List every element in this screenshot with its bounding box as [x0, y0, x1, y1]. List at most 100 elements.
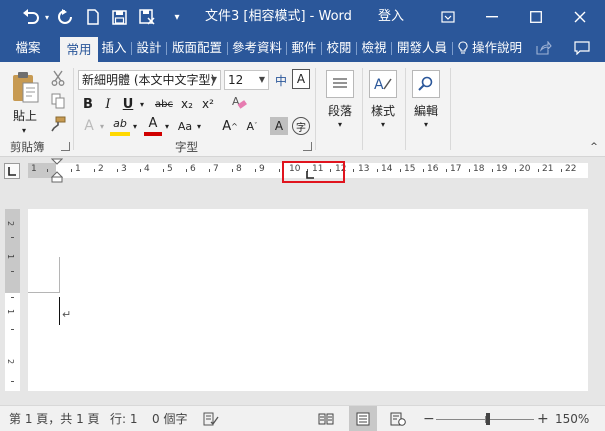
- ribbon-tab-bar: 檔案 常用 插入 設計 版面配置 參考資料 郵件 校閱 檢視 開發人員 操作說明: [0, 34, 605, 62]
- clear-formatting-icon[interactable]: A: [230, 92, 248, 112]
- editing-dropdown-icon[interactable]: ▾: [421, 119, 431, 129]
- tab-review[interactable]: 校閱: [323, 34, 355, 62]
- italic-button[interactable]: I: [100, 94, 116, 114]
- document-page[interactable]: [28, 209, 588, 391]
- read-mode-icon[interactable]: [318, 406, 334, 431]
- highlight-dropdown-icon[interactable]: ▾: [130, 116, 140, 136]
- web-layout-icon[interactable]: [390, 406, 406, 431]
- comments-icon[interactable]: [570, 34, 594, 62]
- zoom-level[interactable]: 150%: [555, 406, 589, 431]
- tab-file[interactable]: 檔案: [0, 34, 56, 62]
- new-document-icon[interactable]: [82, 5, 104, 29]
- paragraph-button-label[interactable]: 段落: [322, 102, 358, 119]
- zoom-slider-thumb[interactable]: [486, 413, 490, 425]
- paragraph-icon[interactable]: [326, 70, 354, 98]
- tab-layout[interactable]: 版面配置: [168, 34, 226, 62]
- line-number[interactable]: 行: 1: [110, 406, 138, 431]
- text-effects-button[interactable]: A: [80, 116, 98, 136]
- vruler-number: 2: [6, 220, 16, 227]
- superscript-button[interactable]: x²: [199, 94, 217, 114]
- font-name-dropdown-icon[interactable]: ▼: [211, 71, 217, 89]
- tab-view[interactable]: 檢視: [358, 34, 390, 62]
- change-case-dropdown-icon[interactable]: ▾: [194, 116, 204, 136]
- font-color-dropdown-icon[interactable]: ▾: [162, 116, 172, 136]
- cut-icon[interactable]: [48, 68, 68, 88]
- styles-icon[interactable]: A: [369, 70, 397, 98]
- paste-icon[interactable]: [8, 68, 42, 106]
- ribbon-home: 貼上 ▾ 剪貼簿 新細明體 (本文中文字型) ▼ 12 ▼ 中 A B I U …: [0, 62, 605, 157]
- vruler-number: 1: [6, 308, 16, 315]
- page-count[interactable]: 第 1 頁，共 1 頁: [9, 406, 100, 431]
- font-color-button[interactable]: A: [144, 114, 162, 136]
- font-launcher-icon[interactable]: [303, 142, 312, 151]
- character-shading-button[interactable]: A: [270, 117, 288, 135]
- ruler-number: 17: [450, 164, 462, 174]
- ruler-number: 16: [427, 164, 439, 174]
- font-name-combo[interactable]: 新細明體 (本文中文字型) ▼: [78, 70, 221, 90]
- close-icon[interactable]: [558, 0, 602, 34]
- sign-in-link[interactable]: 登入: [378, 0, 404, 34]
- tab-selector-icon[interactable]: [4, 163, 20, 179]
- paragraph-mark: ↵: [62, 308, 72, 321]
- styles-dropdown-icon[interactable]: ▾: [378, 119, 388, 129]
- paste-dropdown-icon[interactable]: ▾: [18, 125, 30, 135]
- undo-dropdown-icon[interactable]: ▾: [42, 5, 52, 29]
- enclose-characters-button[interactable]: 字: [292, 117, 310, 135]
- tab-home[interactable]: 常用: [60, 37, 98, 62]
- font-size-combo[interactable]: 12 ▼: [224, 70, 269, 90]
- customize-qat-icon[interactable]: ▾: [170, 5, 184, 29]
- editing-icon[interactable]: [412, 70, 440, 98]
- subscript-button[interactable]: x₂: [178, 94, 196, 114]
- ruler-number: 4: [144, 164, 150, 174]
- redo-icon[interactable]: [54, 5, 76, 29]
- first-line-indent-marker[interactable]: [51, 158, 63, 184]
- group-label-clipboard: 剪貼簿: [10, 140, 45, 154]
- save-icon[interactable]: [108, 5, 130, 29]
- paragraph-dropdown-icon[interactable]: ▾: [335, 119, 345, 129]
- zoom-out-icon[interactable]: −: [423, 406, 435, 431]
- grow-font-button[interactable]: A ^: [220, 116, 240, 136]
- undo-icon[interactable]: [18, 5, 44, 29]
- styles-button-label[interactable]: 樣式: [365, 102, 401, 119]
- clipboard-launcher-icon[interactable]: [61, 142, 70, 151]
- underline-dropdown-icon[interactable]: ▾: [137, 94, 147, 114]
- share-icon[interactable]: [532, 34, 556, 62]
- tab-mailings[interactable]: 郵件: [288, 34, 320, 62]
- text-effects-dropdown-icon[interactable]: ▾: [97, 116, 107, 136]
- tab-developer[interactable]: 開發人員: [393, 34, 451, 62]
- paste-button-label[interactable]: 貼上: [10, 107, 40, 124]
- minimize-icon[interactable]: [470, 0, 514, 34]
- tab-references[interactable]: 參考資料: [229, 34, 285, 62]
- ribbon-display-options-icon[interactable]: [426, 0, 470, 34]
- strikethrough-button[interactable]: abc: [153, 94, 175, 114]
- change-case-button[interactable]: Aa: [175, 116, 195, 136]
- character-border-button[interactable]: A: [292, 69, 310, 89]
- ruler-number: 21: [542, 164, 554, 174]
- collapse-ribbon-icon[interactable]: ^: [588, 142, 600, 152]
- underline-button[interactable]: U: [120, 94, 136, 114]
- highlight-color-button[interactable]: ab: [110, 114, 130, 136]
- ruler-number: 6: [190, 164, 196, 174]
- bold-button[interactable]: B: [80, 94, 96, 114]
- save-as-icon[interactable]: [134, 5, 160, 29]
- tab-insert[interactable]: 插入: [98, 34, 130, 62]
- copy-icon[interactable]: [48, 91, 68, 111]
- group-label-font: 字型: [175, 140, 198, 154]
- editing-button-label[interactable]: 編輯: [408, 102, 444, 119]
- ruler-number: 1: [31, 164, 37, 174]
- tell-me-search[interactable]: 操作說明: [472, 34, 526, 62]
- format-painter-icon[interactable]: [48, 114, 68, 134]
- print-layout-icon[interactable]: [349, 406, 377, 431]
- font-size-dropdown-icon[interactable]: ▼: [259, 71, 265, 89]
- word-count[interactable]: 0 個字: [152, 406, 187, 431]
- proofing-icon[interactable]: [203, 406, 219, 431]
- maximize-icon[interactable]: [514, 0, 558, 34]
- shrink-font-button[interactable]: Aˇ: [242, 116, 262, 136]
- tab-design[interactable]: 設計: [133, 34, 165, 62]
- vertical-ruler[interactable]: 2 1 1 2: [5, 209, 20, 391]
- zoom-in-icon[interactable]: +: [537, 406, 549, 431]
- ruler-number: 18: [473, 164, 485, 174]
- grow-font-label: A: [222, 118, 232, 134]
- phonetic-guide-button[interactable]: 中: [272, 70, 290, 90]
- vruler-number: 2: [6, 358, 16, 365]
